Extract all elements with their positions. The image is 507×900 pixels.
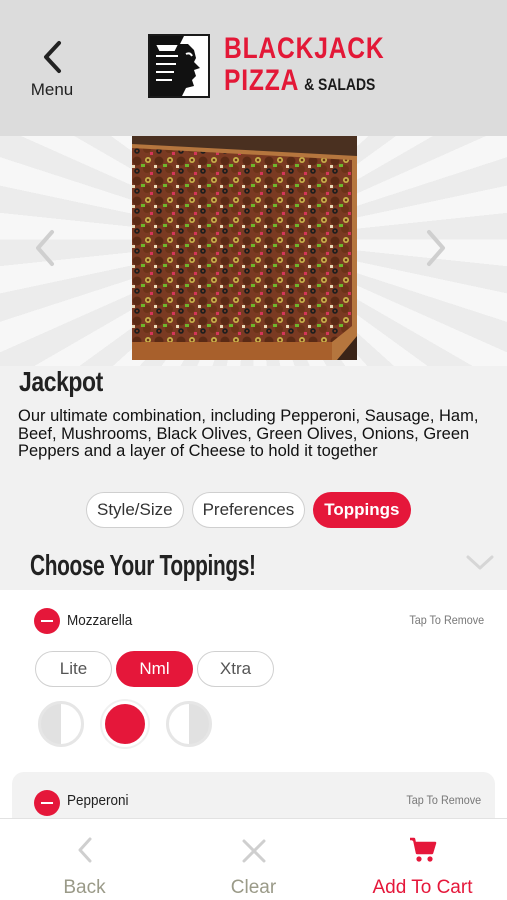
logo-wordmark: BLACKJACK PIZZA & SALADS [224,34,420,96]
add-to-cart-label: Add To Cart [372,877,473,898]
close-icon [242,839,265,863]
product-title: Jackpot [19,366,103,397]
bottom-action-bar: Back Clear Add To Cart [0,818,507,900]
menu-back-button[interactable]: Menu [22,40,82,106]
section-title: Choose Your Toppings! [30,550,256,582]
add-to-cart-button[interactable]: Add To Cart [338,819,507,900]
tab-preferences[interactable]: Preferences [191,492,306,528]
cart-icon [409,837,436,862]
chevron-left-icon [36,230,54,266]
clear-label: Clear [230,877,277,898]
logo-line1: BLACKJACK [224,32,385,65]
previous-image-arrow[interactable] [32,228,62,268]
topping-card: Pepperoni Tap To Remove [12,772,495,820]
product-description: Our ultimate combination, including Pepp… [18,407,479,460]
chevron-right-icon [427,230,445,266]
chevron-left-icon [44,41,61,73]
next-image-arrow[interactable] [425,228,455,268]
tab-style-size[interactable]: Style/Size [86,492,184,528]
pizza-image [132,136,357,360]
amount-extra-button[interactable]: Xtra [197,651,274,687]
product-image-carousel [0,136,507,366]
king-face-logo-icon [148,34,210,98]
back-label: Back [63,877,106,898]
app-header: Menu BLACKJACK PIZZA & SALADS [0,0,507,136]
clear-button[interactable]: Clear [169,819,338,900]
topping-amount-selector: Lite Nml Xtra [35,651,274,687]
remove-topping-icon[interactable] [34,608,60,634]
toppings-panel: Mozzarella Tap To Remove Lite Nml Xtra P… [0,590,507,820]
product-option-tabs: Style/Size Preferences Toppings [86,492,411,528]
remove-topping-icon[interactable] [34,790,60,816]
tap-to-remove-link[interactable]: Tap To Remove [406,793,481,807]
topping-name: Mozzarella [67,612,133,629]
chevron-left-icon [78,837,91,863]
tab-toppings[interactable]: Toppings [313,492,411,528]
logo-sub: & SALADS [304,75,376,94]
menu-back-label: Menu [30,80,74,99]
topping-row: Mozzarella Tap To Remove [34,606,484,636]
amount-lite-button[interactable]: Lite [35,651,112,687]
chevron-down-icon [466,555,494,570]
tap-to-remove-link[interactable]: Tap To Remove [409,613,484,627]
logo-line2: PIZZA & SALADS [224,64,376,97]
back-button[interactable]: Back [0,819,169,900]
blackjack-pizza-logo: BLACKJACK PIZZA & SALADS [148,34,384,100]
topping-name: Pepperoni [67,792,129,809]
toppings-section-header[interactable]: Choose Your Toppings! [0,540,507,590]
amount-normal-button[interactable]: Nml [116,651,193,687]
whole-pizza-portion-icon[interactable] [102,701,148,747]
right-half-portion-icon[interactable] [166,701,212,747]
left-half-portion-icon[interactable] [38,701,84,747]
topping-portion-selector [38,701,212,747]
